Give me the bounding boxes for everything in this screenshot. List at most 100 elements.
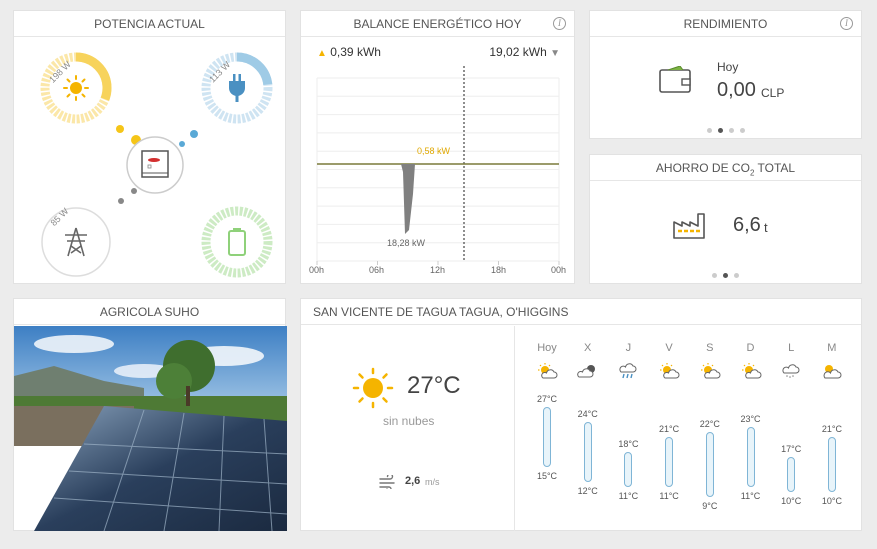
carousel-dot[interactable] — [734, 273, 739, 278]
rendimiento-title-text: RENDIMIENTO — [683, 17, 768, 31]
x-tick: 12h — [430, 265, 446, 275]
forecast-min-temp: 12°C — [577, 486, 598, 496]
forecast-max-temp: 21°C — [821, 424, 842, 434]
site-card: AGRICOLA SUHO — [13, 298, 287, 531]
forecast-day: L 17°C 10°C — [771, 326, 811, 531]
rendimiento-value: 0,00 — [717, 79, 756, 101]
x-tick: 00h — [309, 265, 325, 275]
consumption-area — [401, 164, 415, 234]
peak-label: 0,58 kW — [417, 146, 451, 156]
partly-sunny-icon — [739, 362, 763, 385]
forecast-temp-bar — [583, 422, 592, 482]
forecast-day: M 21°C 10°C — [812, 326, 852, 531]
rendimiento-card: RENDIMIENTO i Hoy 0,00 CLP — [589, 10, 862, 139]
weather-condition: sin nubes — [383, 414, 435, 428]
triangle-up-icon: ▲ — [317, 48, 327, 59]
site-photo[interactable] — [14, 326, 287, 531]
wind-icon — [379, 475, 395, 489]
weather-divider — [514, 326, 515, 531]
forecast-day-label: L — [788, 342, 795, 354]
current-temp: 27°C — [407, 372, 461, 399]
info-icon[interactable]: i — [840, 17, 853, 30]
forecast-temp-bar — [787, 457, 796, 492]
balance-title: BALANCE ENERGÉTICO HOY i — [301, 11, 574, 37]
balance-energetico-card: BALANCE ENERGÉTICO HOY i ▲ 0,39 kWh 19,0… — [300, 10, 575, 284]
forecast-day: D 23°C 11°C — [731, 326, 771, 531]
cloud-sun-icon — [576, 362, 600, 385]
wind-unit: m/s — [425, 477, 440, 487]
power-tower-icon — [65, 227, 87, 257]
forecast-min-temp: 9°C — [702, 501, 718, 511]
forecast-day-label: Hoy — [537, 342, 557, 354]
carousel-dot[interactable] — [728, 128, 734, 133]
forecast-max-temp: 21°C — [659, 424, 680, 434]
wallet-icon — [659, 66, 691, 93]
balance-title-text: BALANCE ENERGÉTICO HOY — [353, 17, 522, 31]
balance-chart[interactable] — [301, 66, 576, 276]
ahorro-value: 6,6 — [733, 214, 761, 236]
forecast-day-label: D — [746, 342, 755, 354]
partly-sunny-icon — [698, 362, 722, 385]
forecast-day-label: V — [665, 342, 673, 354]
ahorro-carousel-dots[interactable] — [590, 265, 861, 283]
ahorro-unit: t — [764, 220, 768, 235]
x-axis-ticks: 00h 06h 12h 18h 00h — [301, 265, 576, 277]
forecast-day-label: S — [706, 342, 714, 354]
info-icon[interactable]: i — [553, 17, 566, 30]
energy-produced: ▲ 0,39 kWh — [317, 45, 381, 59]
x-tick: 18h — [491, 265, 507, 275]
forecast-min-temp: 11°C — [740, 491, 761, 501]
forecast-day-label: X — [584, 342, 592, 354]
forecast-temp-bar — [827, 437, 836, 492]
forecast-max-temp: 22°C — [699, 419, 720, 429]
factory-icon — [673, 213, 705, 239]
carousel-dot[interactable] — [712, 273, 717, 278]
forecast-max-temp: 27°C — [536, 394, 558, 404]
triangle-down-icon: ▼ — [550, 48, 560, 59]
forecast-day-label: M — [827, 342, 837, 354]
carousel-dot[interactable] — [723, 273, 728, 278]
carousel-dot[interactable] — [739, 128, 745, 133]
rendimiento-period: Hoy — [717, 60, 739, 74]
forecast-min-temp: 11°C — [659, 491, 679, 501]
forecast-min-temp: 10°C — [821, 496, 842, 506]
rendimiento-title: RENDIMIENTO i — [590, 11, 861, 37]
ahorro-title-prefix: AHORRO DE CO — [655, 161, 750, 175]
potencia-actual-card: POTENCIA ACTUAL 198 W 113 W 85 W — [13, 10, 286, 284]
forecast-max-temp: 17°C — [781, 444, 802, 454]
forecast-day-label: J — [625, 342, 632, 354]
weather-card: SAN VICENTE DE TAGUA TAGUA, O'HIGGINS 27… — [300, 298, 862, 531]
forecast-temp-bar — [543, 407, 551, 467]
partly-cloudy-icon — [820, 362, 844, 385]
forecast-day: Hoy 27°C 15°C — [527, 326, 567, 531]
forecast-temp-bar — [746, 427, 755, 487]
weather-title: SAN VICENTE DE TAGUA TAGUA, O'HIGGINS — [301, 299, 861, 325]
forecast-max-temp: 24°C — [577, 409, 598, 419]
plug-icon — [229, 74, 245, 102]
forecast-temp-bar — [705, 432, 714, 497]
ahorro-co2-card: AHORRO DE CO2 TOTAL 6,6 t — [589, 154, 862, 284]
energy-produced-value: 0,39 kWh — [330, 45, 381, 59]
ahorro-title-suffix: TOTAL — [754, 161, 796, 175]
forecast-max-temp: 23°C — [740, 414, 761, 424]
carousel-dot[interactable] — [717, 128, 723, 133]
forecast-day: X 24°C 12°C — [568, 326, 608, 531]
sun-icon — [352, 367, 394, 409]
forecast-max-temp: 18°C — [618, 439, 639, 449]
ahorro-title: AHORRO DE CO2 TOTAL — [590, 155, 861, 181]
cloud-drizzle-icon — [779, 362, 803, 385]
site-title: AGRICOLA SUHO — [14, 299, 285, 325]
rendimiento-unit: CLP — [761, 86, 785, 100]
battery-icon — [228, 228, 246, 256]
rain-icon — [616, 362, 640, 385]
partly-sunny-icon — [535, 362, 559, 385]
partly-sunny-icon — [657, 362, 681, 385]
rendimiento-carousel-dots[interactable] — [590, 120, 861, 138]
carousel-dot[interactable] — [706, 128, 712, 133]
min-label: 18,28 kW — [387, 238, 426, 248]
forecast-min-temp: 15°C — [536, 471, 558, 481]
x-tick: 00h — [551, 265, 567, 275]
energy-consumed-value: 19,02 kWh — [489, 45, 547, 59]
forecast-day: J 18°C 11°C — [608, 326, 648, 531]
forecast-temp-bar — [665, 437, 674, 487]
